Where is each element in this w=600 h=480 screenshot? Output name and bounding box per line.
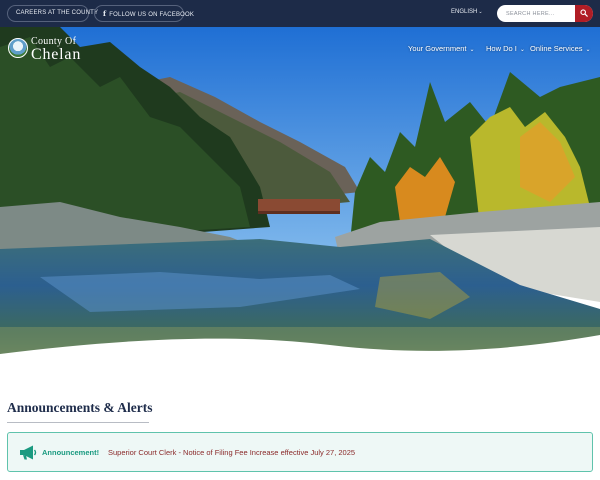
river-landscape-image [0,27,600,372]
megaphone-icon [20,445,37,460]
heading-divider [7,422,149,423]
announcement-label: Announcement! [42,448,100,457]
facebook-label: FOLLOW US ON FACEBOOK [109,12,195,18]
announcements-heading: Announcements & Alerts [7,400,153,415]
nav-label: How Do I [486,44,517,53]
facebook-icon: f [103,9,107,18]
search-box [497,5,593,22]
nav-online-services[interactable]: Online Services ⌄ [530,44,591,53]
county-emblem-icon [8,38,28,58]
chevron-down-icon: ⌄ [469,47,475,53]
nav-label: Your Government [408,44,467,53]
logo-line2: Chelan [31,46,82,63]
nav-your-government[interactable]: Your Government ⌄ [408,44,475,53]
facebook-link[interactable]: f FOLLOW US ON FACEBOOK [94,5,194,22]
search-input[interactable] [497,5,575,22]
county-logo[interactable]: County Of Chelan [8,36,103,64]
chevron-down-icon: ⌄ [585,47,591,53]
nav-how-do-i[interactable]: How Do I ⌄ [486,44,525,53]
announcement-message-link[interactable]: Superior Court Clerk - Notice of Filing … [108,448,355,457]
announcement-item: Announcement! Superior Court Clerk - Not… [7,432,593,472]
chevron-down-icon: ⌄ [478,9,483,15]
language-label: ENGLISH [451,9,478,15]
language-selector[interactable]: ENGLISH⌄ [451,9,483,15]
careers-link[interactable]: CAREERS AT THE COUNTY [7,5,98,22]
careers-label: CAREERS AT THE COUNTY [16,10,99,16]
search-icon [580,9,588,17]
hero-banner: County Of Chelan Your Government ⌄ How Do… [0,27,600,372]
nav-label: Online Services [530,44,583,53]
search-button[interactable] [575,5,593,22]
chevron-down-icon: ⌄ [519,47,525,53]
utility-bar: CAREERS AT THE COUNTY f FOLLOW US ON FACE… [0,0,600,27]
